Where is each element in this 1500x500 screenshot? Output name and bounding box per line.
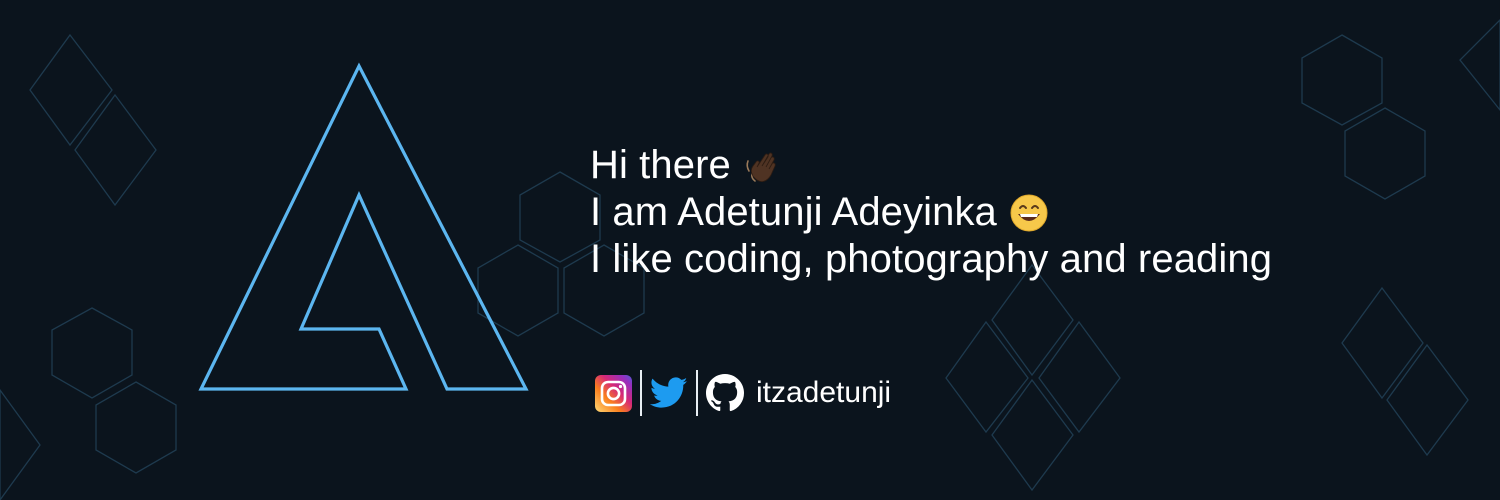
waving-hand-icon [746, 152, 776, 182]
hexagon-shape [74, 93, 157, 207]
hexagon-shape [1301, 34, 1383, 126]
greeting-line-1: Hi there [590, 142, 1272, 189]
hexagon-shape [945, 320, 1029, 434]
github-icon[interactable] [706, 374, 744, 412]
greeting-name-text: I am Adetunji Adeyinka [590, 190, 997, 234]
hexagon-shape [51, 307, 133, 399]
hexagon-shape [29, 33, 113, 147]
greeting-hi-text: Hi there [590, 143, 731, 187]
social-separator [640, 370, 642, 416]
twitter-icon[interactable] [650, 377, 688, 409]
greeting-line-2: I am Adetunji Adeyinka [590, 189, 1272, 236]
social-links: itzadetunji [595, 370, 891, 416]
hexagon-shape [95, 381, 177, 474]
hexagon-shape [0, 388, 41, 500]
hexagon-shape [991, 378, 1074, 492]
hexagon-shape [1459, 19, 1500, 112]
greeting-line-3: I like coding, photography and reading [590, 236, 1272, 283]
greeting-text: Hi there I am Adetunji Adeyinka I like c… [590, 142, 1272, 283]
logo-icon [198, 62, 529, 391]
hexagon-shape [1341, 286, 1424, 400]
social-handle[interactable]: itzadetunji [756, 376, 891, 410]
hexagon-shape [1038, 320, 1121, 434]
hexagon-shape [1344, 107, 1426, 200]
hexagon-shape [1386, 343, 1469, 457]
instagram-icon[interactable] [595, 374, 632, 412]
greeting-interests-text: I like coding, photography and reading [590, 237, 1273, 281]
social-separator [696, 370, 698, 416]
grinning-face-icon [1010, 194, 1048, 231]
